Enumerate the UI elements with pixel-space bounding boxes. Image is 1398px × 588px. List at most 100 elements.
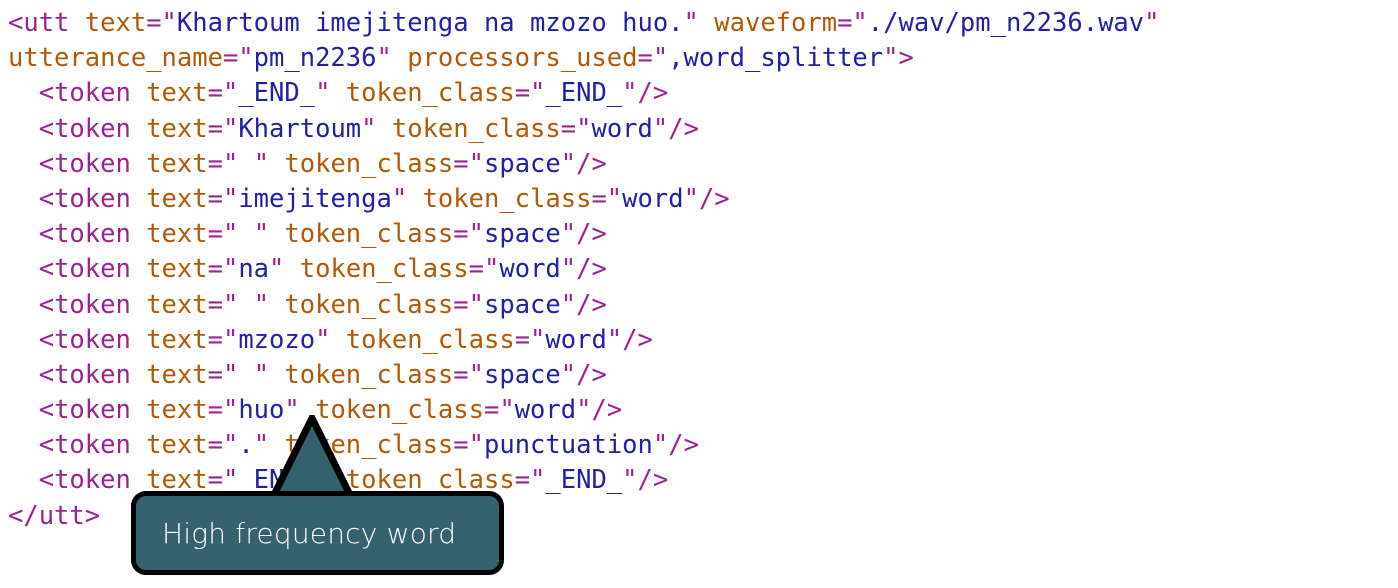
code-token-attr: processors_used xyxy=(391,43,638,74)
code-token-punct: " xyxy=(253,219,270,250)
code-token-punct: =" xyxy=(837,8,868,38)
code-token-tag: <token xyxy=(38,395,131,426)
code-token-punct: =" xyxy=(207,359,239,390)
code-token-val: mzozo xyxy=(238,324,316,355)
code-token-attr: text xyxy=(130,395,208,426)
code-line: <utt text="Khartoum imejitenga na mzozo … xyxy=(0,6,1398,41)
code-token-tag: /> xyxy=(637,78,669,109)
code-token-val: space xyxy=(484,219,561,250)
code-token-punct: =" xyxy=(514,78,546,109)
code-token-tag: /> xyxy=(668,113,699,144)
code-token-punct: =" xyxy=(207,113,239,144)
code-token-attr: text xyxy=(130,254,208,285)
code-token-punct: " xyxy=(883,43,899,74)
code-token-punct: " xyxy=(560,289,577,320)
code-token-punct: " xyxy=(315,324,331,355)
code-token-tag: <token xyxy=(38,78,131,109)
code-token-val: word xyxy=(514,395,577,426)
code-token-val: _END_ xyxy=(238,78,316,109)
code-token-val: space xyxy=(484,359,561,390)
code-token-punct: " xyxy=(315,78,331,109)
code-line: <token text="." token_class="punctuation… xyxy=(0,428,1398,463)
code-line: <token text="imejitenga" token_class="wo… xyxy=(0,182,1398,217)
code-token-punct: =" xyxy=(514,324,546,355)
code-token-tag: <token xyxy=(38,324,131,355)
code-token-punct: =" xyxy=(560,113,592,144)
code-token-tag: </utt> xyxy=(8,500,101,531)
code-token-punct: " xyxy=(606,324,623,355)
code-token-attr: token_class xyxy=(269,289,454,320)
code-token-attr: token_class xyxy=(376,113,561,144)
code-token-punct: " xyxy=(253,359,270,390)
code-token-punct: " xyxy=(361,113,377,144)
code-token-tag: /> xyxy=(576,254,607,285)
code-token-tag: /> xyxy=(576,359,607,390)
code-token-punct: " xyxy=(269,254,285,285)
code-token-tag: <utt xyxy=(8,8,70,38)
code-token-val: Khartoum imejitenga na mzozo huo. xyxy=(176,8,684,38)
code-token-val: ./wav/pm_n2236.wav xyxy=(867,8,1145,38)
code-token-punct: =" xyxy=(453,289,484,320)
code-token-punct: =" xyxy=(207,289,239,320)
code-token-tag: <token xyxy=(38,183,131,214)
code-token-punct: " xyxy=(622,78,638,109)
code-token-attr: text xyxy=(130,148,208,179)
code-line: <token text="_END_" token_class="_END_"/… xyxy=(0,76,1398,111)
code-token-tag: <token xyxy=(38,430,131,461)
code-token-tag: /> xyxy=(668,430,699,461)
code-token-attr: token_class xyxy=(330,324,515,355)
code-token-attr: utterance_name xyxy=(8,43,223,74)
code-token-val: Khartoum xyxy=(238,113,362,144)
code-token-punct: " xyxy=(652,430,669,461)
code-token-val xyxy=(238,360,253,390)
code-token-punct: =" xyxy=(453,359,484,390)
code-token-val: space xyxy=(484,148,561,179)
code-token-punct: " xyxy=(560,148,577,179)
code-token-punct: =" xyxy=(207,148,239,179)
code-token-punct: =" xyxy=(453,148,484,179)
code-token-tag: /> xyxy=(637,465,669,496)
code-token-attr: text xyxy=(130,183,208,214)
code-token-punct: " xyxy=(576,395,592,426)
code-token-punct: =" xyxy=(207,219,239,250)
code-token-tag: <token xyxy=(38,254,131,285)
code-token-tag: <token xyxy=(38,289,131,320)
code-line: <token text="mzozo" token_class="word"/> xyxy=(0,323,1398,358)
code-token-val: ,word_splitter xyxy=(668,43,884,74)
code-token-val: word xyxy=(622,183,684,214)
callout-bubble: High frequency word xyxy=(131,491,504,575)
code-token-tag: <token xyxy=(38,113,131,144)
code-token-tag: <token xyxy=(38,148,131,179)
code-token-attr: waveform xyxy=(698,8,838,38)
code-token-punct: =" xyxy=(637,43,669,74)
code-token-punct: " xyxy=(683,183,699,214)
code-line: <token text=" " token_class="space"/> xyxy=(0,358,1398,393)
xml-code-listing: <utt text="Khartoum imejitenga na mzozo … xyxy=(0,0,1398,534)
annotation-callout: High frequency word xyxy=(131,415,504,575)
code-token-attr: token_class xyxy=(269,359,454,390)
code-token-punct: " xyxy=(560,254,577,285)
code-line: <token text="huo" token_class="word"/> xyxy=(0,393,1398,428)
code-token-attr: text xyxy=(130,113,208,144)
code-token-val: space xyxy=(484,289,561,320)
code-token-attr: token_class xyxy=(407,183,592,214)
code-token-attr: token_class xyxy=(284,254,469,285)
code-token-punct: =" xyxy=(591,183,623,214)
code-token-punct: " xyxy=(622,465,638,496)
code-token-tag: /> xyxy=(576,289,607,320)
code-token-tag: /> xyxy=(591,395,623,426)
code-token-attr: text xyxy=(130,78,208,109)
code-line: <token text=" " token_class="space"/> xyxy=(0,288,1398,323)
code-token-punct: " xyxy=(683,8,699,38)
code-token-tag: <token xyxy=(38,359,131,390)
